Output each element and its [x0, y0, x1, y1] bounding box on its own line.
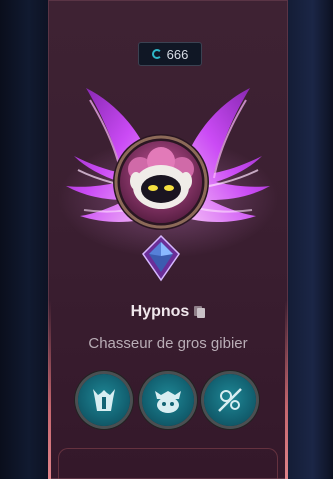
- card-edge-left: [48, 300, 51, 479]
- copy-icon-front: [197, 308, 206, 318]
- profile-name-row: Hypnos: [48, 301, 288, 323]
- emote-row: [78, 374, 258, 428]
- poro-viking-icon[interactable]: [142, 374, 194, 426]
- crossed-target-glyph: [218, 388, 242, 412]
- avatar[interactable]: [112, 133, 210, 231]
- horned-helmet-glyph: [93, 389, 115, 411]
- crossed-target-icon[interactable]: [204, 374, 256, 426]
- background-left: [0, 0, 48, 479]
- currency-badge: 666: [138, 42, 202, 66]
- copy-icon[interactable]: [194, 306, 206, 318]
- currency-value: 666: [166, 46, 189, 62]
- rank-gem-icon: [142, 234, 180, 282]
- poro-viking-glyph: [155, 391, 181, 413]
- summoner-title: Chasseur de gros gibier: [88, 335, 248, 352]
- horned-helmet-icon[interactable]: [78, 374, 130, 426]
- card-bottom-frame: [58, 448, 278, 479]
- summoner-name: Hypnos: [130, 303, 190, 320]
- background-right: [288, 0, 333, 479]
- profile-card: 666 Hypnos Chasseur de gros gibier: [48, 0, 288, 479]
- card-edge-right: [285, 300, 288, 479]
- blue-essence-icon: [151, 49, 162, 59]
